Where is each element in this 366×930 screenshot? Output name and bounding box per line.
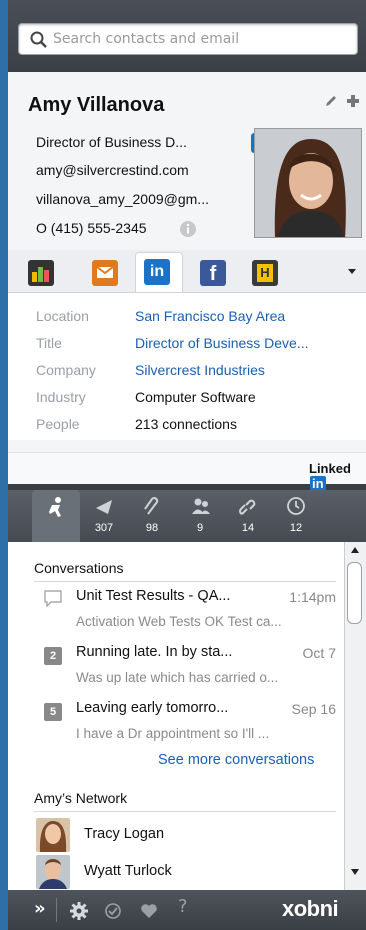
linkedin-app-icon[interactable]: in [144,259,170,285]
detail-value-title[interactable]: Director of Business Deve... [135,335,309,351]
toolbar-divider [56,898,57,922]
tab-links[interactable]: 14 [224,490,272,542]
conversation-time: Oct 7 [302,645,336,661]
detail-value-company[interactable]: Silvercrest Industries [135,362,265,378]
conversation-time: Sep 16 [291,701,336,717]
hoovers-glyph: H [257,264,273,282]
bar-chart-icon[interactable] [28,260,54,286]
network-person-name[interactable]: Tracy Logan [84,826,164,842]
heart-icon[interactable] [140,902,158,920]
pencil-icon[interactable] [322,92,340,110]
clock-icon [287,497,305,515]
search-icon [30,31,47,48]
conversation-subject[interactable]: Running late. In by sta... [76,644,232,660]
conversation-time: 1:14pm [289,589,336,605]
search-input[interactable] [53,28,353,50]
detail-label-industry: Industry [36,389,86,405]
chevron-down-icon[interactable] [346,266,358,276]
people-icon [192,498,210,514]
linkedin-logo: Linkedin [309,461,366,491]
tab-history[interactable]: 12 [272,490,320,542]
tab-links-count: 14 [241,522,255,534]
linkedin-logo-text: Linked [309,461,351,476]
conversation-snippet: Was up late which has carried o... [76,670,279,685]
info-icon[interactable] [179,220,197,238]
conversation-subject[interactable]: Leaving early tomorro... [76,700,228,716]
check-circle-icon[interactable] [104,902,122,920]
network-heading: Amy’s Network [34,790,128,806]
scrollbar-thumb[interactable] [347,562,362,624]
xobni-logo: xobni [282,896,339,921]
search-box[interactable] [18,23,358,55]
detail-value-location[interactable]: San Francisco Bay Area [135,308,285,324]
hoovers-icon[interactable]: H [252,260,278,286]
detail-label-location: Location [36,308,89,324]
detail-label-people: People [36,416,80,432]
network-person-name[interactable]: Wyatt Turlock [84,863,172,879]
divider [34,811,336,812]
conversation-count-badge: 2 [44,647,62,665]
contact-photo [254,128,362,238]
contact-title: Director of Business D... [36,134,187,150]
speech-bubble-icon [44,590,62,608]
conversation-snippet: I have a Dr appointment so I'll ... [76,726,270,741]
divider [34,581,336,582]
scroll-down-icon[interactable] [350,868,360,876]
apps-bar [8,250,366,292]
gear-icon[interactable] [70,902,88,920]
tab-people-count: 9 [196,522,204,534]
detail-value-people: 213 connections [135,416,237,432]
tab-history-count: 12 [289,522,303,534]
tab-profile[interactable] [32,490,80,542]
avatar[interactable] [36,818,70,852]
mail-app-icon[interactable] [92,260,118,286]
profile-icon [49,497,61,517]
conversation-subject[interactable]: Unit Test Results - QA... [76,588,230,604]
detail-value-industry: Computer Software [135,389,256,405]
add-icon[interactable] [344,92,362,110]
link-icon [239,499,256,515]
conversation-count-badge: 5 [44,703,62,721]
paperclip-icon [144,497,159,515]
avatar[interactable] [36,855,70,889]
contact-email-2[interactable]: villanova_amy_2009@gm... [36,191,209,207]
detail-label-title: Title [36,335,62,351]
tab-mail[interactable]: 307 [80,490,128,542]
mail-icon [96,500,112,514]
tab-people[interactable]: 9 [176,490,224,542]
expand-icon[interactable]: » [34,898,46,919]
contact-name: Amy Villanova [28,94,165,116]
conversations-heading: Conversations [34,560,124,576]
scroll-up-icon[interactable] [350,546,360,554]
conversation-snippet: Activation Web Tests OK Test ca... [76,614,282,629]
tab-attachments[interactable]: 98 [128,490,176,542]
facebook-icon[interactable]: f [200,260,226,286]
help-icon[interactable]: ? [178,896,188,917]
see-more-conversations-link[interactable]: See more conversations [158,752,314,768]
tab-attachments-count: 98 [145,522,159,534]
contact-phone[interactable]: O (415) 555-2345 [36,220,147,236]
detail-label-company: Company [36,362,96,378]
linkedin-logo-box: in [310,476,326,491]
tab-mail-count: 307 [94,522,114,534]
contact-email-1[interactable]: amy@silvercrestind.com [36,162,189,178]
